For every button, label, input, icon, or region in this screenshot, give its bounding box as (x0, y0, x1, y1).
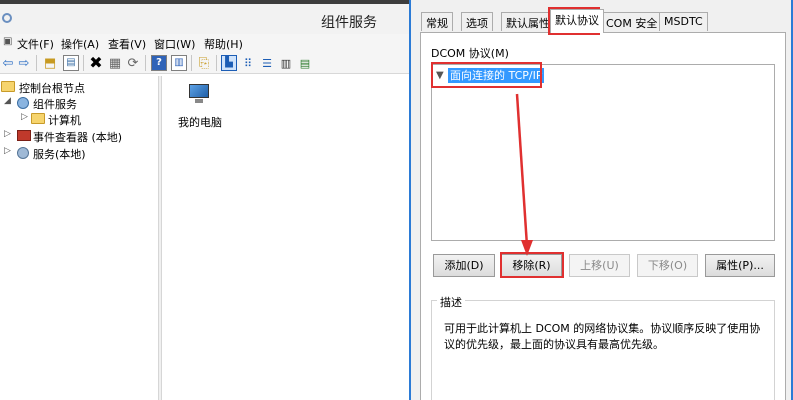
toolbar-separator (36, 55, 37, 71)
properties-icon[interactable]: ▦ (107, 55, 123, 71)
tree-pane: 控制台根节点 ◢ 组件服务 ▷ 计算机 ▷ 事件查看器 (本地) ▷ 服务(本地… (0, 76, 157, 400)
system-menu-icon[interactable]: ▣ (3, 36, 12, 47)
description-group: 描述 可用于此计算机上 DCOM 的网络协议集。协议顺序反映了使用协议的优先级，… (431, 294, 775, 400)
list-view-icon[interactable]: ☰ (259, 55, 275, 71)
expand-icon[interactable]: ▷ (21, 112, 28, 122)
tree-item-label: 服务(本地) (33, 148, 86, 161)
dcom-protocols-list[interactable]: ▼ 面向连接的 TCP/IP (431, 64, 775, 241)
tab-general[interactable]: 常规 (421, 12, 453, 31)
properties-button[interactable]: 属性(P)... (705, 254, 775, 277)
tree-item-label: 组件服务 (33, 98, 77, 111)
description-text: 可用于此计算机上 DCOM 的网络协议集。协议顺序反映了使用协议的优先级，最上面… (444, 322, 761, 351)
tab-msdtc[interactable]: MSDTC (659, 12, 708, 31)
event-viewer-icon (17, 130, 31, 141)
component-services-window: 组件服务 ▣ 文件(F) 操作(A) 查看(V) 窗口(W) 帮助(H) ⇦ ⇨… (0, 0, 409, 400)
forward-icon[interactable]: ⇨ (16, 55, 32, 71)
my-computer-label: 我的电脑 (178, 116, 222, 129)
menu-file[interactable]: 文件(F) (17, 36, 54, 52)
protocol-icon: ▼ (436, 70, 444, 81)
toolbar-separator (83, 55, 84, 71)
show-hide-tree-icon[interactable]: ▤ (63, 55, 79, 71)
menu-view[interactable]: 查看(V) (108, 36, 146, 52)
add-button[interactable]: 添加(D) (433, 254, 495, 277)
menu-bar: ▣ 文件(F) 操作(A) 查看(V) 窗口(W) 帮助(H) (0, 34, 409, 52)
up-folder-icon[interactable]: ⬒ (42, 55, 58, 71)
toolbar-separator (191, 55, 192, 71)
tree-item-label: 控制台根节点 (19, 82, 85, 95)
tree-item-label: 计算机 (48, 112, 81, 128)
help-icon[interactable]: ? (151, 55, 167, 71)
protocol-label: 面向连接的 TCP/IP (448, 68, 545, 83)
toolbar: ⇦ ⇨ ⬒ ▤ ✖ ▦ ⟳ ? ▥ ⎘ ▙ ⠿ ☰ ▥ ▤ (0, 52, 409, 74)
collapse-icon[interactable]: ◢ (4, 96, 11, 106)
menu-help[interactable]: 帮助(H) (204, 36, 243, 52)
title-bar: 组件服务 (0, 4, 409, 34)
toolbar-separator (216, 55, 217, 71)
export-list-icon[interactable]: ▤ (297, 55, 313, 71)
window-title: 组件服务 (321, 15, 377, 31)
remove-button[interactable]: 移除(R) (501, 254, 562, 277)
tab-com-security[interactable]: COM 安全 (601, 12, 663, 31)
refresh-icon[interactable]: ⟳ (125, 55, 141, 71)
dcom-protocols-label: DCOM 协议(M) (431, 47, 509, 60)
tree-item-label: 事件查看器 (本地) (33, 131, 123, 144)
expand-icon[interactable]: ▷ (4, 146, 11, 156)
small-icons-view-icon[interactable]: ⠿ (240, 55, 256, 71)
description-legend: 描述 (437, 294, 465, 310)
tab-strip: 常规 选项 默认属性 默认协议 COM 安全 MSDTC (411, 0, 791, 33)
action-pane-icon[interactable]: ▥ (171, 55, 187, 71)
menu-window[interactable]: 窗口(W) (154, 36, 195, 52)
services-icon (17, 147, 29, 159)
folder-icon (31, 113, 45, 124)
component-services-app-icon[interactable] (2, 13, 12, 23)
tab-default-properties[interactable]: 默认属性 (501, 12, 555, 31)
content-pane: 我的电脑 (162, 76, 409, 400)
expand-icon[interactable]: ▷ (4, 129, 11, 139)
toolbar-separator (145, 55, 146, 71)
large-icons-view-icon[interactable]: ▙ (221, 55, 237, 71)
folder-icon (1, 81, 15, 92)
move-down-button[interactable]: 下移(O) (637, 254, 698, 277)
my-computer-item[interactable]: 我的电脑 (170, 82, 230, 129)
back-icon[interactable]: ⇦ (0, 55, 16, 71)
detail-view-icon[interactable]: ▥ (278, 55, 294, 71)
new-window-icon[interactable]: ⎘ (196, 55, 212, 71)
move-up-button[interactable]: 上移(U) (569, 254, 630, 277)
menu-action[interactable]: 操作(A) (61, 36, 99, 52)
my-computer-icon (186, 82, 212, 104)
tab-default-protocols[interactable]: 默认协议 (550, 9, 604, 33)
delete-icon[interactable]: ✖ (88, 55, 104, 71)
component-services-icon (17, 97, 29, 109)
tab-options[interactable]: 选项 (461, 12, 493, 31)
